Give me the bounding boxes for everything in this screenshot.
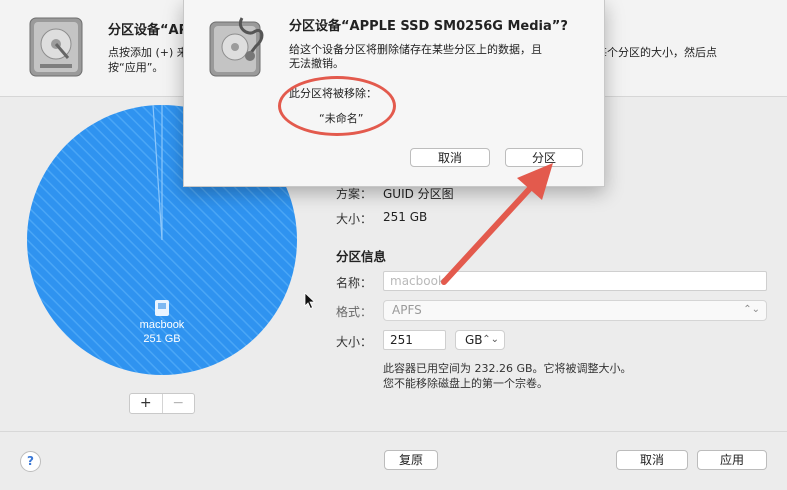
- size-unit-select[interactable]: GB ⌃⌄: [455, 330, 505, 350]
- mouse-pointer-icon: [304, 292, 316, 310]
- size-label: 大小：: [336, 335, 373, 349]
- confirm-partition-dialog: 分区设备“APPLE SSD SM0256G Media”? 给这个设备分区将删…: [183, 0, 605, 187]
- dialog-cancel-button[interactable]: 取消: [410, 148, 490, 167]
- size-note-line1: 此容器已用空间为 232.26 GB。它将被调整大小。: [383, 362, 632, 375]
- apply-button[interactable]: 应用: [697, 450, 767, 470]
- header-title: 分区设备“AP: [108, 23, 189, 38]
- chevron-updown-icon: ⌃⌄: [743, 304, 760, 315]
- pie-label-name: macbook: [140, 319, 185, 331]
- dialog-message-line2: 无法撤销。: [289, 57, 344, 70]
- size-note-line2: 您不能移除磁盘上的第一个宗卷。: [383, 377, 548, 390]
- header-description-right: 每个分区的大小，然后点: [596, 46, 717, 59]
- scheme-label: 方案：: [336, 187, 373, 201]
- annotation-highlight-ellipse: [278, 76, 396, 136]
- disk-utility-icon: [29, 17, 83, 77]
- partition-size-input[interactable]: 251: [383, 330, 446, 350]
- name-label: 名称：: [336, 276, 373, 290]
- partition-name-input[interactable]: macbook: [383, 271, 767, 291]
- format-select[interactable]: APFS ⌃⌄: [383, 300, 767, 321]
- device-size-label: 大小：: [336, 212, 373, 226]
- volume-icon: [155, 300, 169, 316]
- header-description-line2: 按“应用”。: [108, 61, 164, 74]
- revert-button[interactable]: 复原: [384, 450, 438, 470]
- chevron-updown-icon: ⌃⌄: [482, 334, 499, 345]
- device-size-value: 251 GB: [383, 210, 428, 224]
- disk-utility-icon: [209, 17, 264, 77]
- format-label: 格式：: [336, 305, 373, 319]
- remove-partition-button[interactable]: −: [161, 394, 195, 413]
- dialog-partition-button[interactable]: 分区: [505, 148, 583, 167]
- header-description: 点按添加 (+) 来: [108, 46, 188, 59]
- size-unit-value: GB: [465, 333, 483, 347]
- bottom-divider: [0, 431, 787, 432]
- cancel-button[interactable]: 取消: [616, 450, 688, 470]
- add-partition-button[interactable]: +: [130, 394, 162, 413]
- help-button[interactable]: ?: [20, 451, 41, 472]
- add-remove-segmented: + −: [129, 393, 195, 414]
- format-value: APFS: [392, 303, 422, 317]
- scheme-value: GUID 分区图: [383, 187, 454, 201]
- partition-info-title: 分区信息: [336, 249, 387, 264]
- pie-label-size: 251 GB: [143, 333, 180, 345]
- dialog-title: 分区设备“APPLE SSD SM0256G Media”?: [289, 19, 568, 34]
